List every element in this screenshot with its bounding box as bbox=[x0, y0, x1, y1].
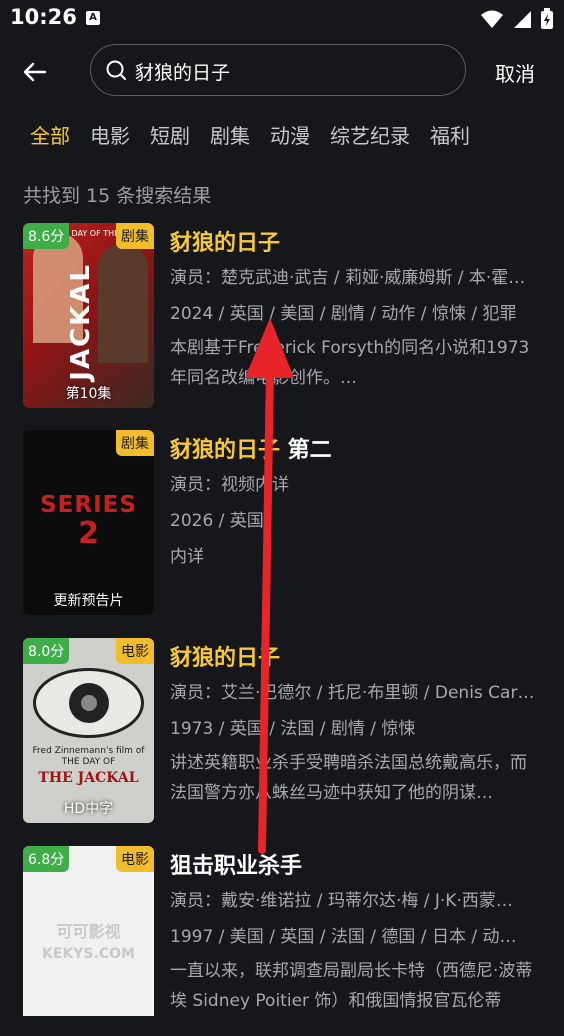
tab-short-drama[interactable]: 短剧 bbox=[150, 120, 190, 149]
result-count: 共找到 15 条搜索结果 bbox=[23, 185, 212, 207]
meta-line: 1997 / 美国 / 英国 / 法国 / 德国 / 日本 / 动… bbox=[170, 927, 517, 947]
poster-title: JACKAL bbox=[66, 263, 96, 381]
search-icon bbox=[106, 60, 126, 80]
type-badge: 剧集 bbox=[116, 430, 154, 456]
title-suffix: 第二 bbox=[280, 438, 332, 463]
status-icons bbox=[480, 8, 554, 30]
cast-line: 演员：视频内详 bbox=[170, 475, 289, 495]
meta-line: 2024 / 英国 / 美国 / 剧情 / 动作 / 惊悚 / 犯罪 bbox=[170, 304, 517, 324]
title-main: 豺狼的日子 bbox=[170, 231, 281, 256]
score-badge: 6.8分 bbox=[23, 846, 70, 872]
tab-anime[interactable]: 动漫 bbox=[270, 120, 310, 149]
search-box[interactable] bbox=[90, 44, 466, 96]
poster-number: 2 bbox=[78, 516, 99, 551]
result-item[interactable]: SERIES 2 剧集 更新预告片 豺狼的日子 第二 演员：视频内详 2026 … bbox=[23, 430, 543, 620]
tab-series[interactable]: 剧集 bbox=[210, 120, 250, 149]
wifi-icon bbox=[481, 10, 503, 28]
sim-icon: A bbox=[86, 11, 100, 25]
category-tabs: 全部 电影 短剧 剧集 动漫 综艺纪录 福利 bbox=[30, 120, 470, 149]
result-item[interactable]: THE DAY OF THE JACKAL 8.6分 剧集 第10集 豺狼的日子… bbox=[23, 223, 543, 413]
episode-label: 更新预告片 bbox=[53, 593, 124, 609]
poster[interactable]: SERIES 2 剧集 更新预告片 bbox=[23, 430, 154, 615]
type-badge: 剧集 bbox=[116, 223, 154, 249]
result-title[interactable]: 豺狼的日子 bbox=[170, 640, 280, 672]
poster-watermark: 可可影视 bbox=[56, 922, 121, 941]
description: 一直以来，联邦调查局副局长卡特（西德尼·波蒂埃 Sidney Poitier 饰… bbox=[170, 961, 533, 1011]
meta-line: 1973 / 英国 / 法国 / 剧情 / 惊悚 bbox=[170, 719, 416, 739]
type-badge: 电影 bbox=[116, 638, 154, 664]
score-badge: 8.0分 bbox=[23, 638, 70, 664]
title-main: 豺狼的日子 bbox=[170, 438, 281, 463]
status-bar: 10:26 A bbox=[0, 0, 564, 38]
description: 本剧基于Frederick Forsyth的同名小说和1973年同名改编电影创作… bbox=[170, 338, 530, 388]
result-item[interactable]: Fred Zinnemann's film of THE DAY OF THE … bbox=[23, 638, 543, 828]
signal-icon bbox=[514, 11, 531, 28]
cast-line: 演员：艾兰·巴德尔 / 托尼·布里顿 / Denis Car… bbox=[170, 683, 535, 703]
poster-title: SERIES bbox=[40, 492, 137, 518]
cast-line: 演员：楚克武迪·武吉 / 莉娅·威廉姆斯 / 本·霍… bbox=[170, 268, 526, 288]
poster[interactable]: 可可影视 KEKYS.COM 6.8分 电影 bbox=[23, 846, 154, 1016]
poster-title: KEKYS.COM bbox=[42, 946, 135, 962]
poster[interactable]: Fred Zinnemann's film of THE DAY OF THE … bbox=[23, 638, 154, 823]
description: 内详 bbox=[170, 547, 204, 567]
back-arrow-icon[interactable] bbox=[20, 57, 50, 87]
result-item[interactable]: 可可影视 KEKYS.COM 6.8分 电影 狙击职业杀手 演员：戴安·维诺拉 … bbox=[23, 846, 543, 1036]
poster-tagline: Fred Zinnemann's film of THE DAY OF bbox=[32, 746, 145, 767]
episode-label: HD中字 bbox=[63, 801, 114, 817]
poster-title: THE JACKAL bbox=[38, 770, 139, 786]
tab-variety-documentary[interactable]: 综艺纪录 bbox=[330, 120, 410, 149]
search-input[interactable] bbox=[133, 57, 437, 85]
tab-welfare[interactable]: 福利 bbox=[430, 120, 470, 149]
search-bar: 取消 bbox=[0, 44, 564, 100]
tab-all[interactable]: 全部 bbox=[30, 120, 70, 149]
score-badge: 8.6分 bbox=[23, 223, 70, 249]
meta-line: 2026 / 英国 bbox=[170, 511, 264, 531]
cancel-button[interactable]: 取消 bbox=[495, 58, 535, 87]
result-title[interactable]: 狙击职业杀手 bbox=[170, 848, 302, 880]
result-title[interactable]: 豺狼的日子 第二 bbox=[170, 432, 332, 464]
title-main: 豺狼的日子 bbox=[170, 646, 281, 671]
battery-icon bbox=[541, 8, 553, 29]
description: 讲述英籍职业杀手受聘暗杀法国总统戴高乐，而法国警方亦从蛛丝马迹中获知了他的阴谋… bbox=[170, 753, 527, 803]
status-time: 10:26 bbox=[10, 5, 77, 29]
episode-label: 第10集 bbox=[65, 386, 112, 402]
tab-movies[interactable]: 电影 bbox=[90, 120, 130, 149]
poster[interactable]: THE DAY OF THE JACKAL 8.6分 剧集 第10集 bbox=[23, 223, 154, 408]
result-title[interactable]: 豺狼的日子 bbox=[170, 225, 280, 257]
title-main: 狙击职业杀手 bbox=[170, 854, 303, 879]
cast-line: 演员：戴安·维诺拉 / 玛蒂尔达·梅 / J·K·西蒙… bbox=[170, 891, 513, 911]
type-badge: 电影 bbox=[116, 846, 154, 872]
